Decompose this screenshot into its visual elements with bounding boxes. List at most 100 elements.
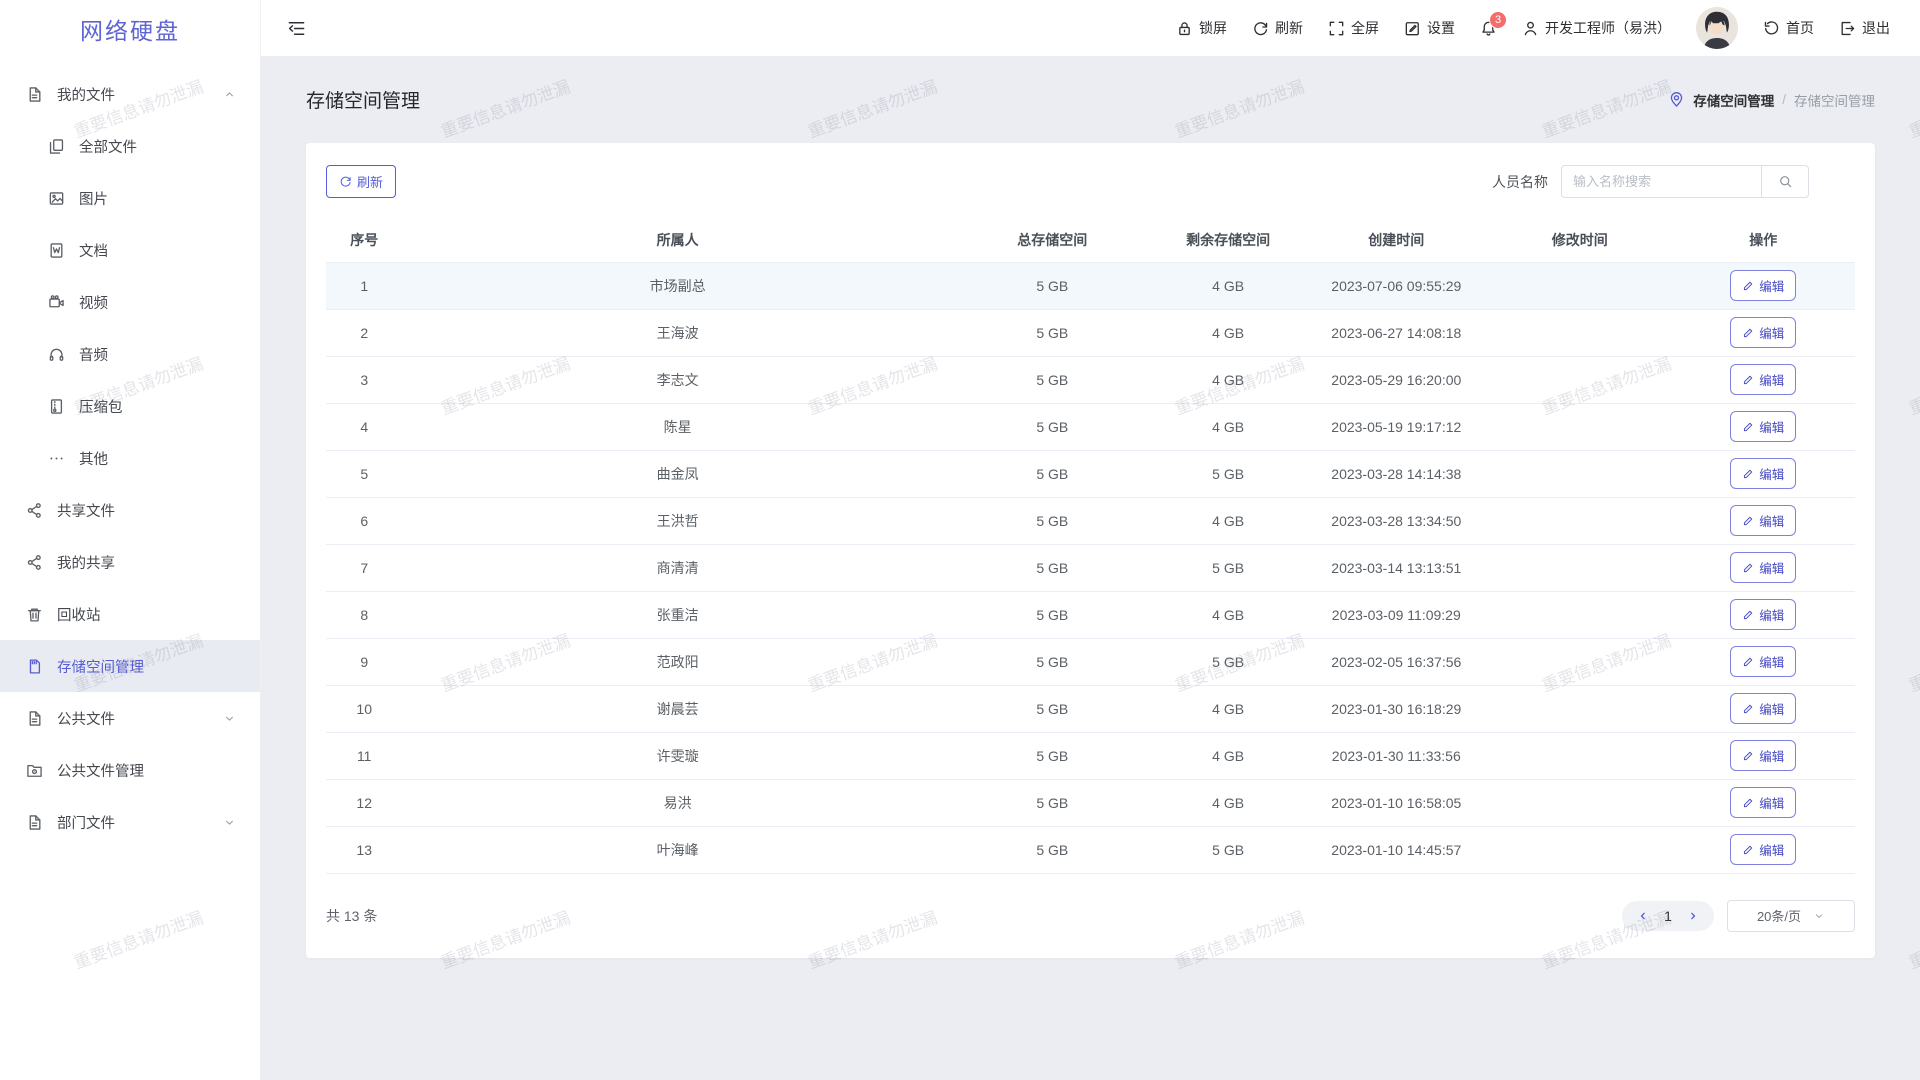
sidebar-item-label: 我的文件 xyxy=(57,84,115,105)
cell-modified xyxy=(1488,826,1671,873)
sidebar-item-all-files[interactable]: 全部文件 xyxy=(0,120,260,172)
cell-index: 3 xyxy=(326,356,402,403)
sidebar-collapse-icon[interactable] xyxy=(287,19,306,38)
cell-created: 2023-03-09 11:09:29 xyxy=(1305,591,1488,638)
notifications-button[interactable]: 3 xyxy=(1480,20,1497,37)
fullscreen-button[interactable]: 全屏 xyxy=(1328,18,1379,38)
sidebar-item-storage-management[interactable]: 存储空间管理 xyxy=(0,640,260,692)
search-button[interactable] xyxy=(1761,165,1809,198)
edit-button[interactable]: 编辑 xyxy=(1730,693,1796,724)
cell-created: 2023-01-30 16:18:29 xyxy=(1305,685,1488,732)
cell-created: 2023-03-28 13:34:50 xyxy=(1305,497,1488,544)
doc-icon xyxy=(48,242,65,259)
sidebar-item-my-shares[interactable]: 我的共享 xyxy=(0,536,260,588)
current-page[interactable]: 1 xyxy=(1656,908,1680,924)
chevron-down-icon xyxy=(223,712,236,725)
cell-remaining: 4 GB xyxy=(1152,685,1305,732)
cell-modified xyxy=(1488,309,1671,356)
share-icon xyxy=(26,554,43,571)
cell-modified xyxy=(1488,450,1671,497)
cell-owner: 商清清 xyxy=(402,544,952,591)
cell-created: 2023-03-28 14:14:38 xyxy=(1305,450,1488,497)
edit-button[interactable]: 编辑 xyxy=(1730,787,1796,818)
user-menu[interactable]: 开发工程师（易洪） xyxy=(1522,18,1671,38)
notification-badge: 3 xyxy=(1489,11,1507,29)
edit-button-label: 编辑 xyxy=(1759,323,1784,342)
person-icon xyxy=(1522,20,1539,37)
table-row: 9范政阳5 GB5 GB2023-02-05 16:37:56编辑 xyxy=(326,638,1855,685)
edit-button[interactable]: 编辑 xyxy=(1730,646,1796,677)
edit-button[interactable]: 编辑 xyxy=(1730,505,1796,536)
edit-button[interactable]: 编辑 xyxy=(1730,740,1796,771)
edit-button-label: 编辑 xyxy=(1759,417,1784,436)
cell-index: 6 xyxy=(326,497,402,544)
settings-button[interactable]: 设置 xyxy=(1404,18,1455,38)
table-row: 2王海波5 GB4 GB2023-06-27 14:08:18编辑 xyxy=(326,309,1855,356)
avatar-image xyxy=(1696,7,1738,49)
edit-button[interactable]: 编辑 xyxy=(1730,552,1796,583)
sidebar-item-others[interactable]: 其他 xyxy=(0,432,260,484)
image-icon xyxy=(48,190,65,207)
lock-screen-button[interactable]: 锁屏 xyxy=(1176,18,1227,38)
logout-button[interactable]: 退出 xyxy=(1839,18,1890,38)
edit-button[interactable]: 编辑 xyxy=(1730,599,1796,630)
edit-button[interactable]: 编辑 xyxy=(1730,834,1796,865)
header-actions: 锁屏 刷新 全屏 设置 3 开发工程师（易洪） xyxy=(1176,7,1890,49)
edit-button[interactable]: 编辑 xyxy=(1730,411,1796,442)
settings-label: 设置 xyxy=(1427,18,1455,38)
edit-button-label: 编辑 xyxy=(1759,699,1784,718)
sidebar-item-public-files[interactable]: 公共文件 xyxy=(0,692,260,744)
cell-created: 2023-06-27 14:08:18 xyxy=(1305,309,1488,356)
breadcrumb-root[interactable]: 存储空间管理 xyxy=(1693,90,1774,110)
cell-modified xyxy=(1488,685,1671,732)
cell-created: 2023-01-10 16:58:05 xyxy=(1305,779,1488,826)
cell-actions: 编辑 xyxy=(1671,262,1855,309)
cell-created: 2023-01-10 14:45:57 xyxy=(1305,826,1488,873)
cell-index: 4 xyxy=(326,403,402,450)
sidebar-item-documents[interactable]: 文档 xyxy=(0,224,260,276)
sidebar-item-archives[interactable]: 压缩包 xyxy=(0,380,260,432)
next-page-button[interactable] xyxy=(1680,910,1706,922)
headphones-icon xyxy=(48,346,65,363)
search-label: 人员名称 xyxy=(1492,172,1548,192)
main-content: 存储空间管理 存储空间管理 / 存储空间管理 刷新 人员名称 xyxy=(261,56,1920,958)
refresh-table-label: 刷新 xyxy=(357,172,383,191)
sidebar-item-images[interactable]: 图片 xyxy=(0,172,260,224)
sidebar-item-shared-files[interactable]: 共享文件 xyxy=(0,484,260,536)
sidebar-item-my-files[interactable]: 我的文件 xyxy=(0,68,260,120)
sidebar-item-label: 部门文件 xyxy=(57,812,115,833)
pagination-bar: 共 13 条 1 20条/页 xyxy=(326,900,1855,932)
refresh-table-button[interactable]: 刷新 xyxy=(326,165,396,198)
search-input[interactable] xyxy=(1561,165,1761,198)
pager-pill: 1 xyxy=(1622,901,1714,931)
cell-remaining: 5 GB xyxy=(1152,826,1305,873)
prev-page-button[interactable] xyxy=(1630,910,1656,922)
sidebar-item-videos[interactable]: 视频 xyxy=(0,276,260,328)
edit-button[interactable]: 编辑 xyxy=(1730,364,1796,395)
sidebar-item-audio[interactable]: 音频 xyxy=(0,328,260,380)
table-row: 13叶海峰5 GB5 GB2023-01-10 14:45:57编辑 xyxy=(326,826,1855,873)
sidebar-item-department-files[interactable]: 部门文件 xyxy=(0,796,260,848)
cell-owner: 张重洁 xyxy=(402,591,952,638)
home-button[interactable]: 首页 xyxy=(1763,18,1814,38)
edit-button[interactable]: 编辑 xyxy=(1730,317,1796,348)
user-avatar[interactable] xyxy=(1696,7,1738,49)
edit-button[interactable]: 编辑 xyxy=(1730,458,1796,489)
cell-actions: 编辑 xyxy=(1671,732,1855,779)
column-header-remaining: 剩余存储空间 xyxy=(1152,218,1305,262)
cell-index: 5 xyxy=(326,450,402,497)
cell-created: 2023-05-29 16:20:00 xyxy=(1305,356,1488,403)
storage-icon xyxy=(26,658,43,675)
sidebar-item-recycle-bin[interactable]: 回收站 xyxy=(0,588,260,640)
chevron-left-icon xyxy=(1637,910,1649,922)
cell-index: 1 xyxy=(326,262,402,309)
sidebar-item-label: 文档 xyxy=(79,240,108,261)
fullscreen-label: 全屏 xyxy=(1351,18,1379,38)
refresh-page-button[interactable]: 刷新 xyxy=(1252,18,1303,38)
fullscreen-icon xyxy=(1328,20,1345,37)
sidebar-item-public-files-management[interactable]: 公共文件管理 xyxy=(0,744,260,796)
logout-icon xyxy=(1839,20,1856,37)
page-size-select[interactable]: 20条/页 xyxy=(1727,900,1855,932)
pencil-icon xyxy=(1742,468,1754,480)
edit-button[interactable]: 编辑 xyxy=(1730,270,1796,301)
